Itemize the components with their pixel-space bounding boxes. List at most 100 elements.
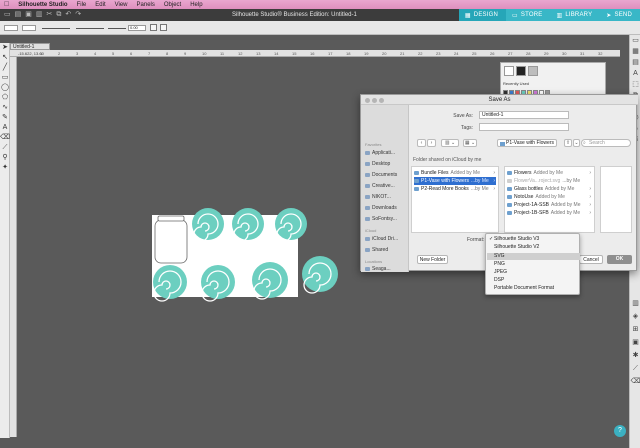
sidebar-item-applications[interactable]: Applicati... (365, 150, 395, 156)
sidebar-item-shared[interactable]: Shared (365, 247, 388, 253)
format-option-png[interactable]: PNG (487, 261, 580, 268)
text-tool-icon[interactable]: A (0, 123, 10, 133)
save-icon[interactable]: ▣ (25, 11, 32, 19)
list-item[interactable]: FlowerVa...roject.svg ...by Me (507, 177, 592, 185)
cancel-button[interactable]: Cancel (579, 255, 603, 264)
tab-design[interactable]: ▦ DESIGN (458, 9, 506, 21)
list-item[interactable]: Flowers Added by Me › (507, 169, 592, 177)
menu-file[interactable]: File (77, 2, 87, 8)
path-menu-icon[interactable]: ⌄ (573, 139, 580, 147)
line-tool-icon[interactable]: ╱ (0, 63, 10, 73)
sidebar-item-sofontsy[interactable]: SoFontsy... (365, 216, 397, 222)
sidebar-item-icloud-drive[interactable]: iCloud Dri... (365, 236, 398, 242)
list-item[interactable]: P2-Read More Books ...by Me › (414, 185, 496, 193)
sidebar-item-documents[interactable]: Documents (365, 172, 397, 178)
zoom-window-icon[interactable] (379, 98, 384, 103)
close-window-icon[interactable] (365, 98, 370, 103)
sidebar-item-desktop[interactable]: Desktop (365, 161, 390, 167)
menu-panels[interactable]: Panels (137, 2, 155, 8)
save-as-field[interactable]: Untitled-1 (479, 111, 569, 119)
rolled-flower-shape[interactable] (232, 208, 264, 242)
document-tab[interactable]: Untitled-1 (10, 43, 50, 50)
nesting-panel-icon[interactable]: ✱ (630, 350, 640, 361)
eraser-tool-icon[interactable]: ⌫ (0, 133, 10, 143)
menu-edit[interactable]: Edit (95, 2, 105, 8)
format-option-dsp[interactable]: DSP (487, 277, 580, 284)
point-edit-icon[interactable]: ↖ (0, 53, 10, 63)
print-icon[interactable]: ▥ (36, 11, 43, 19)
minimize-window-icon[interactable] (372, 98, 377, 103)
vase-outline[interactable] (154, 215, 188, 264)
back-button[interactable]: ‹ (417, 139, 426, 147)
curve-tool-icon[interactable]: ∿ (0, 103, 10, 113)
align-panel-icon[interactable]: ⊞ (630, 324, 640, 335)
select-tool-icon[interactable]: ➤ (0, 43, 10, 53)
knife-panel-icon[interactable]: ⟋ (630, 363, 640, 374)
swatch-black[interactable] (516, 66, 526, 76)
sidebar-item-creative[interactable]: Creative... (365, 183, 395, 189)
apple-icon[interactable]:  (4, 1, 9, 8)
rolled-flower-shape[interactable] (201, 265, 235, 302)
tab-library[interactable]: ▥ LIBRARY (550, 9, 601, 21)
rolled-flower-shape[interactable] (275, 208, 307, 242)
line-join-selector[interactable] (108, 28, 126, 29)
eyedropper-tool-icon[interactable]: ⚲ (0, 153, 10, 163)
weld-panel-icon[interactable]: ◈ (630, 311, 640, 322)
swatch-white[interactable] (504, 66, 514, 76)
menu-help[interactable]: Help (190, 2, 202, 8)
format-option-pdf[interactable]: Portable Document Format (487, 285, 580, 292)
list-item[interactable]: P1-Vase with Flowers ...by Me › (414, 177, 496, 185)
new-folder-button[interactable]: New Folder (417, 255, 448, 264)
help-icon[interactable]: ? (614, 425, 626, 437)
group-by-button[interactable]: ▦ ⌄ (463, 139, 477, 147)
pencil-tool-icon[interactable]: ✎ (0, 113, 10, 123)
format-option-jpeg[interactable]: JPEG (487, 269, 580, 276)
cut-icon[interactable]: ✂ (47, 11, 53, 19)
polygon-tool-icon[interactable]: ⬠ (0, 93, 10, 103)
rolled-flower-shape[interactable] (153, 265, 187, 302)
group-panel-icon[interactable]: ▣ (630, 337, 640, 348)
rolled-flower-shape[interactable] (192, 208, 224, 242)
forward-button[interactable]: › (427, 139, 436, 147)
ellipse-tool-icon[interactable]: ◯ (0, 83, 10, 93)
corner-style-icon[interactable] (150, 24, 157, 31)
rectangle-tool-icon[interactable]: ▭ (0, 73, 10, 83)
fill-color-box[interactable] (4, 25, 18, 31)
line-width-selector[interactable] (76, 28, 104, 29)
transform-panel-icon[interactable]: ⬚ (630, 79, 640, 90)
text-panel-icon[interactable]: A (630, 68, 640, 79)
rolled-flower-shape[interactable] (252, 262, 288, 300)
list-item[interactable]: Project-1B-SFB Added by Me › (507, 209, 592, 217)
line-style-selector[interactable] (42, 28, 70, 29)
swatch-gray[interactable] (528, 66, 538, 76)
fill-tool-icon[interactable]: ✦ (0, 163, 10, 173)
menu-view[interactable]: View (115, 2, 128, 8)
tags-field[interactable] (479, 123, 569, 131)
line-width-field[interactable]: 0.00 (128, 25, 146, 31)
tab-store[interactable]: ▭ STORE (506, 9, 551, 21)
share-button[interactable]: ⇪ (564, 139, 572, 147)
tab-send[interactable]: ➤ SEND (600, 9, 640, 21)
page-setup-icon[interactable]: ▭ (630, 35, 640, 46)
open-icon[interactable]: ▤ (15, 11, 22, 19)
library-panel-icon[interactable]: ▥ (630, 298, 640, 309)
fill-panel-icon[interactable]: ▦ (630, 46, 640, 57)
list-item[interactable]: Project-1A-SSB Added by Me › (507, 201, 592, 209)
format-option-svg[interactable]: SVG (487, 253, 580, 260)
format-option-silhouette-v2[interactable]: Silhouette Studio V2 (487, 244, 580, 251)
list-item[interactable]: Glass bottles Added by Me › (507, 185, 592, 193)
sidebar-item-downloads[interactable]: Downloads (365, 205, 397, 211)
format-option-silhouette-v3[interactable]: Silhouette Studio V3 (487, 236, 580, 243)
redo-icon[interactable]: ↷ (75, 11, 81, 19)
line-color-box[interactable] (22, 25, 36, 31)
knife-tool-icon[interactable]: ⟋ (0, 143, 10, 153)
menu-object[interactable]: Object (164, 2, 181, 8)
ok-button[interactable]: OK (607, 255, 632, 264)
rolled-flower-shape[interactable] (302, 256, 338, 294)
eraser-panel-icon[interactable]: ⌫ (630, 376, 640, 387)
new-doc-icon[interactable]: ▭ (4, 11, 11, 19)
list-item[interactable]: NotoUse Added by Me › (507, 193, 592, 201)
search-input[interactable]: Search (581, 139, 631, 147)
sidebar-item-nikot[interactable]: NIKOT... (365, 194, 391, 200)
list-item[interactable]: Bundle Files Added by Me › (414, 169, 496, 177)
